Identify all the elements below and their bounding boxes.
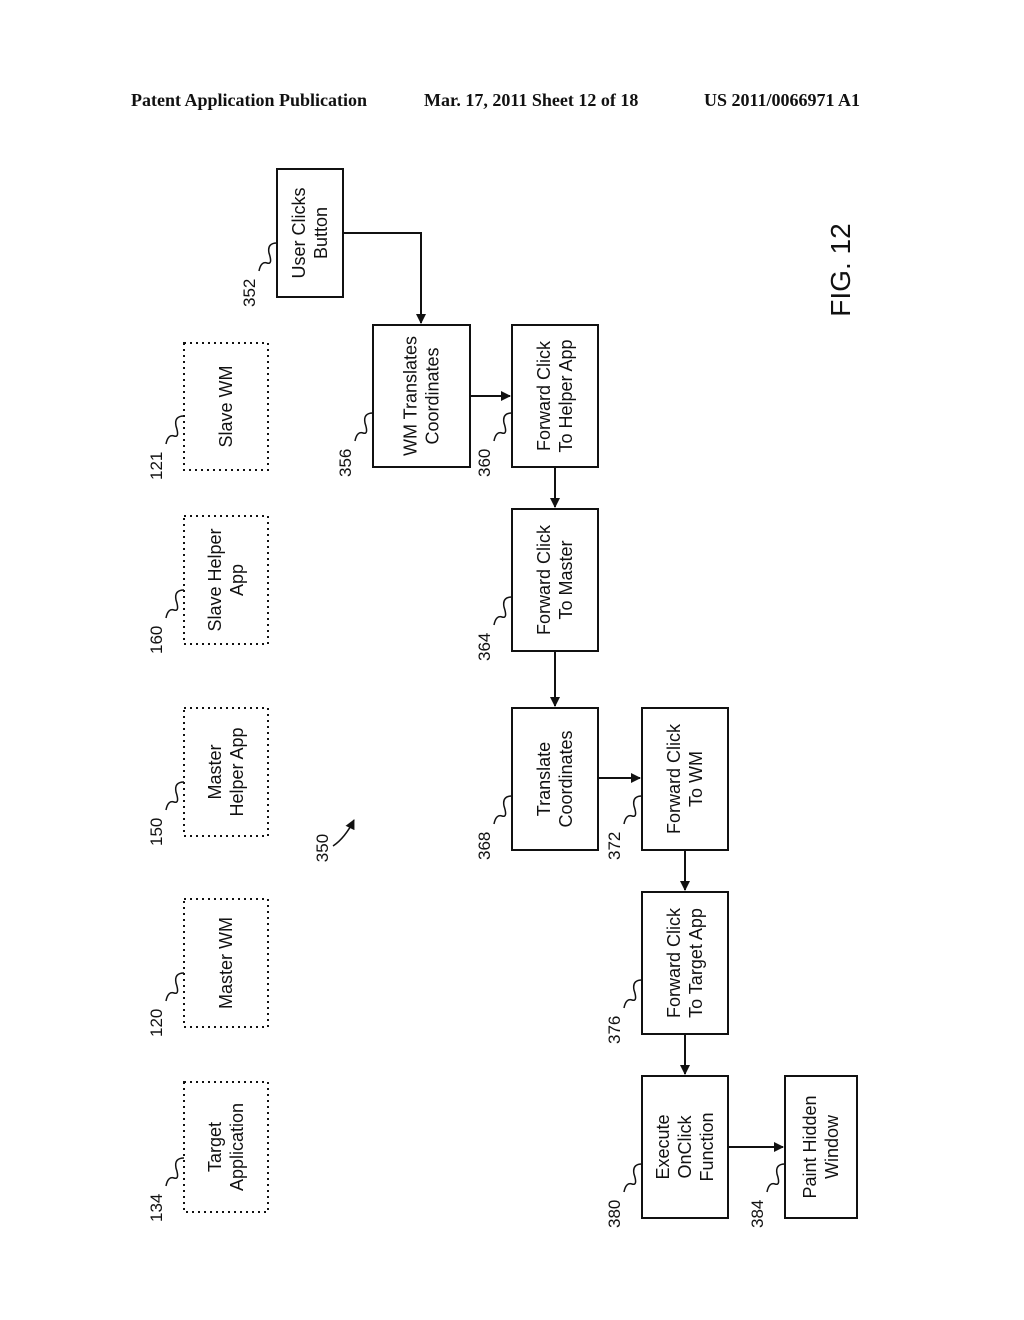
- leader-squiggle: [493, 412, 513, 442]
- step-label-line: Button: [311, 207, 331, 259]
- step-380: Execute OnClick Function 380: [605, 1075, 729, 1228]
- component-121: Slave WM 121: [147, 342, 269, 480]
- step-368: Translate Coordinates 368: [475, 707, 599, 860]
- component-160: Slave Helper App 160: [147, 515, 269, 654]
- step-ref-number: 360: [475, 449, 494, 477]
- step-box: [372, 324, 471, 468]
- leader-squiggle: [766, 1163, 786, 1193]
- component-box: [183, 1081, 269, 1213]
- step-364: Forward Click To Master 364: [475, 508, 599, 661]
- step-label-line: WM Translates: [401, 336, 421, 456]
- step-384: Paint Hidden Window 384: [748, 1075, 858, 1228]
- component-label-line: Slave Helper: [205, 528, 225, 631]
- step-ref-number: 368: [475, 832, 494, 860]
- leader-squiggle: [623, 979, 643, 1009]
- leader-squiggle: [165, 781, 185, 811]
- leader-squiggle: [165, 972, 185, 1002]
- step-372: Forward Click To WM 372: [605, 707, 729, 860]
- step-label-line: Forward Click: [664, 723, 684, 834]
- step-label-line: User Clicks: [289, 187, 309, 278]
- step-label-line: Forward Click: [534, 340, 554, 451]
- step-box: [641, 891, 729, 1035]
- leader-squiggle: [165, 1157, 185, 1187]
- step-356: WM Translates Coordinates 356: [336, 324, 471, 477]
- component-label-line: Application: [227, 1103, 247, 1191]
- step-ref-number: 376: [605, 1016, 624, 1044]
- leader-squiggle: [623, 795, 643, 825]
- component-150: Master Helper App 150: [147, 707, 269, 846]
- component-134: Target Application 134: [147, 1081, 269, 1222]
- component-label-line: App: [227, 564, 247, 596]
- leader-squiggle: [354, 412, 374, 442]
- step-ref-number: 352: [240, 279, 259, 307]
- step-box: [641, 707, 729, 851]
- leader-squiggle: [258, 242, 278, 272]
- step-360: Forward Click To Helper App 360: [475, 324, 599, 477]
- component-box: [183, 515, 269, 645]
- step-label-line: To WM: [686, 751, 706, 807]
- step-label-line: Function: [697, 1112, 717, 1181]
- step-ref-number: 364: [475, 633, 494, 661]
- leader-squiggle: [493, 596, 513, 626]
- step-label-line: Forward Click: [664, 907, 684, 1018]
- component-120: Master WM 120: [147, 898, 269, 1037]
- leader-squiggle: [165, 415, 185, 445]
- flow-diagram: Slave WM 121 Slave Helper App 160 Master Helpe…: [147, 168, 858, 1228]
- figure-label: FIG. 12: [825, 223, 856, 316]
- step-ref-number: 380: [605, 1200, 624, 1228]
- leader-squiggle: [493, 795, 513, 825]
- component-ref-number: 121: [147, 452, 166, 480]
- step-label-line: Coordinates: [423, 347, 443, 444]
- component-box: [183, 707, 269, 837]
- step-ref-number: 372: [605, 832, 624, 860]
- step-label-line: Forward Click: [534, 524, 554, 635]
- component-ref-number: 120: [147, 1009, 166, 1037]
- leader-squiggle: [165, 589, 185, 619]
- leader-squiggle: [623, 1163, 643, 1193]
- component-label-line: Master WM: [216, 917, 236, 1009]
- component-label-line: Target: [205, 1122, 225, 1172]
- step-label-line: OnClick: [675, 1114, 695, 1178]
- step-ref-number: 356: [336, 449, 355, 477]
- figure-ref-arrow: [332, 819, 355, 847]
- step-label-line: Window: [822, 1114, 842, 1179]
- component-ref-number: 150: [147, 818, 166, 846]
- step-label-line: To Helper App: [556, 339, 576, 452]
- component-ref-number: 134: [147, 1194, 166, 1222]
- step-376: Forward Click To Target App 376: [605, 891, 729, 1044]
- step-label-line: Translate: [534, 742, 554, 816]
- step-label-line: Execute: [653, 1114, 673, 1179]
- step-label-line: Coordinates: [556, 730, 576, 827]
- step-ref-number: 384: [748, 1200, 767, 1228]
- component-label-line: Master: [205, 744, 225, 799]
- step-label-line: To Master: [556, 540, 576, 619]
- step-box: [511, 508, 599, 652]
- component-label-line: Helper App: [227, 727, 247, 816]
- step-box: [511, 707, 599, 851]
- figure-ref-label: 350: [313, 834, 332, 862]
- step-box: [276, 168, 344, 298]
- step-label-line: To Target App: [686, 908, 706, 1018]
- component-ref-number: 160: [147, 626, 166, 654]
- step-box: [511, 324, 599, 468]
- step-label-line: Paint Hidden: [800, 1095, 820, 1198]
- step-352: User Clicks Button 352: [240, 168, 344, 307]
- step-box: [784, 1075, 858, 1219]
- flow-arrow-352-to-356: [343, 232, 426, 324]
- component-label-line: Slave WM: [216, 365, 236, 447]
